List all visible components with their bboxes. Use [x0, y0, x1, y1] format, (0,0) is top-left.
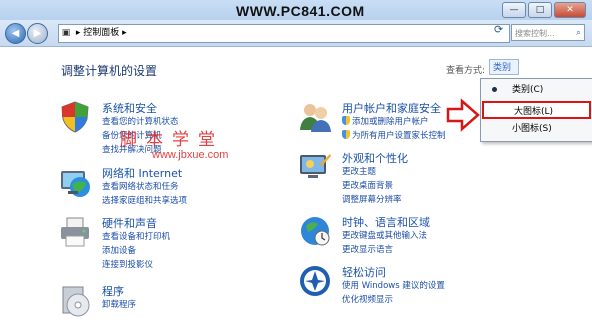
category-link[interactable]: 优化视频显示 [342, 293, 393, 305]
category-link[interactable]: 选择家庭组和共享选项 [102, 194, 187, 206]
category-title[interactable]: 程序 [102, 283, 124, 299]
category-link[interactable]: 添加设备 [102, 244, 136, 256]
programs-disc-icon [62, 286, 90, 317]
minimize-button[interactable]: — [502, 2, 526, 18]
forward-arrow-icon: ▶ [33, 28, 42, 39]
menu-item-large-icons[interactable]: 大图标(L) [482, 101, 591, 119]
category-title[interactable]: 系统和安全 [102, 100, 157, 116]
menu-item-small-icons[interactable]: 小图标(S) [482, 120, 591, 138]
uac-shield-icon [342, 116, 350, 125]
category-link[interactable]: 更改键盘或其他输入法 [342, 229, 427, 241]
category-title[interactable]: 硬件和声音 [102, 215, 157, 231]
refresh-icon[interactable]: ⟳ [494, 23, 503, 36]
category-link[interactable]: 查看设备和打印机 [102, 230, 170, 242]
forward-button[interactable]: ▶ [27, 23, 48, 44]
category-link[interactable]: 查看网络状态和任务 [102, 180, 179, 192]
menu-item-category[interactable]: 类别(C) [482, 81, 591, 99]
control-panel-icon: ▣ [61, 28, 71, 38]
view-by-menu: 类别(C) 大图标(L) 小图标(S) [480, 78, 592, 142]
network-globe-icon [61, 171, 90, 197]
category-title[interactable]: 轻松访问 [342, 264, 386, 280]
category-link[interactable]: 调整屏幕分辨率 [342, 193, 402, 205]
selected-bullet-icon [492, 87, 497, 92]
category-link[interactable]: 连接到投影仪 [102, 258, 153, 270]
shield-icon [61, 101, 89, 133]
search-input[interactable]: 搜索控制... ⌕ [511, 24, 585, 41]
view-by-label: 查看方式: [446, 66, 486, 76]
back-arrow-icon: ◀ [11, 28, 20, 39]
category-link[interactable]: 更改主题 [342, 165, 376, 177]
category-title[interactable]: 网络和 Internet [102, 165, 182, 181]
category-link[interactable]: 添加或删除用户帐户 [342, 115, 429, 127]
ease-of-access-icon [300, 266, 330, 296]
category-link[interactable]: 使用 Windows 建议的设置 [342, 279, 445, 291]
back-button[interactable]: ◀ [5, 23, 26, 44]
category-link[interactable]: 更改显示语言 [342, 243, 393, 255]
watermark-url: www.jbxue.com [152, 149, 229, 161]
uac-shield-icon [342, 130, 350, 139]
close-button[interactable]: ✕ [554, 2, 586, 18]
search-placeholder: 搜索控制... [515, 29, 555, 38]
users-icon [300, 104, 331, 132]
category-title[interactable]: 时钟、语言和区域 [342, 214, 430, 230]
address-bar[interactable]: ▣ ▸ 控制面板 ▸ [58, 24, 510, 43]
monitor-paint-icon [300, 154, 331, 178]
view-by-dropdown[interactable]: 类别 [489, 59, 519, 75]
maximize-button[interactable]: □ [528, 2, 552, 18]
red-arrow-annotation [446, 98, 480, 132]
title-bar: WWW.PC841.COM — □ ✕ [0, 0, 592, 20]
watermark-cn-text: 脚本学堂 [120, 130, 224, 149]
site-watermark: WWW.PC841.COM [236, 3, 365, 19]
navigation-bar: ◀ ▶ ▣ ▸ 控制面板 ▸ ⟳ 搜索控制... ⌕ [0, 20, 592, 47]
category-link[interactable]: 为所有用户设置家长控制 [342, 129, 446, 141]
printer-icon [61, 217, 89, 247]
category-title[interactable]: 用户帐户和家庭安全 [342, 100, 441, 116]
category-title[interactable]: 外观和个性化 [342, 150, 408, 166]
breadcrumb-expand-icon[interactable]: ▸ [122, 28, 127, 38]
window-controls: — □ ✕ [502, 2, 586, 18]
page-title: 调整计算机的设置 [61, 64, 158, 78]
clock-globe-icon [301, 217, 330, 246]
breadcrumb-control-panel[interactable]: 控制面板 [83, 28, 119, 38]
search-icon[interactable]: ⌕ [576, 25, 581, 42]
category-link[interactable]: 更改桌面背景 [342, 179, 393, 191]
category-link[interactable]: 卸载程序 [102, 298, 136, 310]
